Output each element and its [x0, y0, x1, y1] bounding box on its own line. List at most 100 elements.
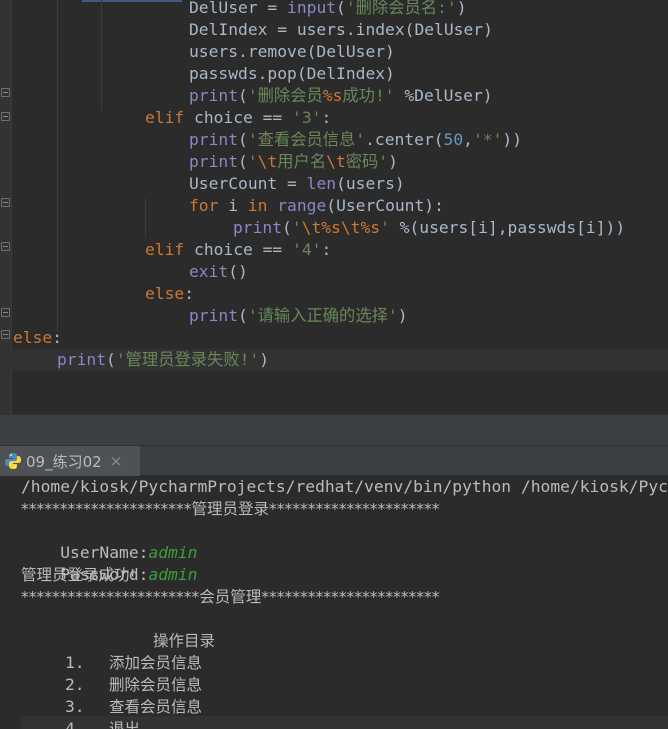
code-token: ( — [106, 350, 116, 369]
code-token: print — [189, 130, 239, 149]
code-token: ( — [238, 152, 248, 171]
code-token: %(users[i] — [399, 218, 498, 237]
editor-status-gap — [0, 414, 668, 446]
code-token: '查看会员信息' — [247, 130, 366, 149]
code-token: )) — [502, 130, 522, 149]
code-token: range — [277, 196, 327, 215]
menu-item-label: 添加会员信息 — [109, 654, 203, 672]
code-line[interactable]: for i in range(UserCount): — [0, 195, 444, 217]
menu-item: 2. 删除会员信息 — [65, 674, 202, 696]
code-token: (UserCount): — [326, 196, 444, 215]
code-token: users.remove(DelUser) — [189, 42, 395, 61]
run-tab-bar: 09_练习02 × — [0, 446, 668, 476]
code-line[interactable]: DelUser = input('删除会员名:') — [0, 0, 467, 19]
code-token: '*' — [472, 130, 503, 149]
code-token: choice == — [194, 240, 293, 259]
code-token: 用户名 — [277, 152, 327, 171]
code-token: (users) — [336, 174, 405, 193]
code-token: ) — [397, 306, 408, 325]
console-username-line: UserName:admin — [21, 520, 197, 562]
code-line[interactable]: passwds.pop(DelIndex) — [0, 63, 395, 85]
code-line[interactable]: print('查看会员信息'.center(50,'*')) — [0, 129, 522, 151]
run-console[interactable]: /home/kiosk/PycharmProjects/redhat/venv/… — [0, 476, 668, 729]
menu-item-label: 退出 — [109, 720, 141, 729]
code-token: '管理员登录失败!' — [115, 350, 260, 369]
code-token: UserCount = — [189, 174, 307, 193]
code-line[interactable]: UserCount = len(users) — [0, 173, 405, 195]
console-menu-title: 操作目录 — [153, 632, 216, 650]
code-token: DelUser = — [189, 0, 288, 17]
code-token: : — [321, 108, 332, 127]
code-token: ' — [380, 218, 400, 237]
code-token: ( — [238, 130, 248, 149]
code-token: passwds.pop(DelIndex) — [189, 64, 395, 83]
code-token: '请输入正确的选择' — [247, 306, 398, 325]
run-tab-label: 09_练习02 — [26, 452, 102, 471]
menu-item: 1. 添加会员信息 — [65, 652, 202, 674]
code-token: '4' — [292, 240, 322, 259]
code-token: '删除会员 — [247, 86, 323, 105]
code-token: ) — [388, 152, 398, 171]
code-token: ' — [247, 152, 258, 171]
code-line[interactable]: else: — [0, 327, 62, 349]
code-line[interactable]: exit() — [0, 261, 248, 283]
code-token: print — [189, 306, 239, 325]
console-command: /home/kiosk/PycharmProjects/redhat/venv/… — [21, 477, 668, 496]
code-token: %s — [322, 86, 343, 105]
code-token: input — [287, 0, 337, 17]
code-token: ) — [456, 0, 467, 17]
code-line[interactable]: print('删除会员%s成功!' %DelUser) — [0, 85, 493, 107]
code-token: \t — [326, 152, 346, 171]
code-line[interactable]: elif choice == '3': — [0, 107, 331, 129]
code-token: exit — [189, 262, 229, 281]
code-token: 密码' — [345, 152, 389, 171]
code-token: .center( — [365, 130, 444, 149]
code-token: \t%s\t%s — [301, 218, 381, 237]
code-token: '3' — [292, 108, 322, 127]
menu-item-number: 4. — [65, 719, 85, 729]
code-editor[interactable]: DelUser = input('删除会员名:') DelIndex = user… — [0, 0, 668, 414]
code-token: ( — [238, 86, 248, 105]
code-token: : — [184, 284, 195, 303]
menu-item: 4. 退出 — [65, 718, 140, 729]
code-line[interactable]: else: — [0, 283, 194, 305]
code-token: ( — [238, 306, 248, 325]
code-token: print — [189, 86, 239, 105]
close-icon[interactable]: × — [110, 452, 123, 470]
code-token: '删除会员名:' — [345, 0, 457, 17]
code-token: passwds[i])) — [507, 218, 626, 237]
code-token: 成功!' — [342, 86, 405, 105]
run-tab[interactable]: 09_练习02 × — [0, 446, 140, 476]
code-token: print — [233, 218, 283, 237]
menu-item-number: 1. — [65, 653, 85, 672]
code-token: len — [306, 174, 337, 193]
code-line[interactable]: print('请输入正确的选择') — [0, 305, 408, 327]
code-token: ) — [259, 350, 270, 369]
code-line[interactable]: print('\t用户名\t密码') — [0, 151, 398, 173]
code-line[interactable]: print('\t%s\t%s' %(users[i],passwds[i])) — [0, 217, 625, 239]
code-token: ( — [336, 0, 346, 17]
code-line[interactable]: elif choice == '4': — [0, 239, 331, 261]
menu-item-number: 3. — [65, 697, 85, 716]
menu-item: 3. 查看会员信息 — [65, 696, 202, 718]
code-token: DelIndex = users.index(DelUser) — [189, 20, 493, 39]
console-admin-banner: **********************管理员登录*************… — [21, 500, 440, 518]
code-token: in — [247, 196, 278, 215]
code-token: elif — [145, 240, 195, 259]
code-token: print — [57, 350, 107, 369]
code-token: for — [189, 196, 229, 215]
menu-item-number: 2. — [65, 675, 85, 694]
code-line[interactable]: print('管理员登录失败!') — [0, 349, 668, 371]
code-token: 50 — [443, 130, 464, 149]
code-token: : — [52, 328, 63, 347]
code-line[interactable]: DelIndex = users.index(DelUser) — [0, 19, 493, 41]
code-token: , — [463, 130, 473, 149]
code-token: else — [13, 328, 53, 347]
menu-item-label: 删除会员信息 — [109, 676, 203, 694]
python-icon — [4, 452, 22, 470]
code-line[interactable]: users.remove(DelUser) — [0, 41, 395, 63]
console-member-banner: ***********************会员管理*************… — [21, 588, 440, 606]
code-token: choice == — [194, 108, 293, 127]
code-token: print — [189, 152, 239, 171]
code-token: () — [228, 262, 248, 281]
